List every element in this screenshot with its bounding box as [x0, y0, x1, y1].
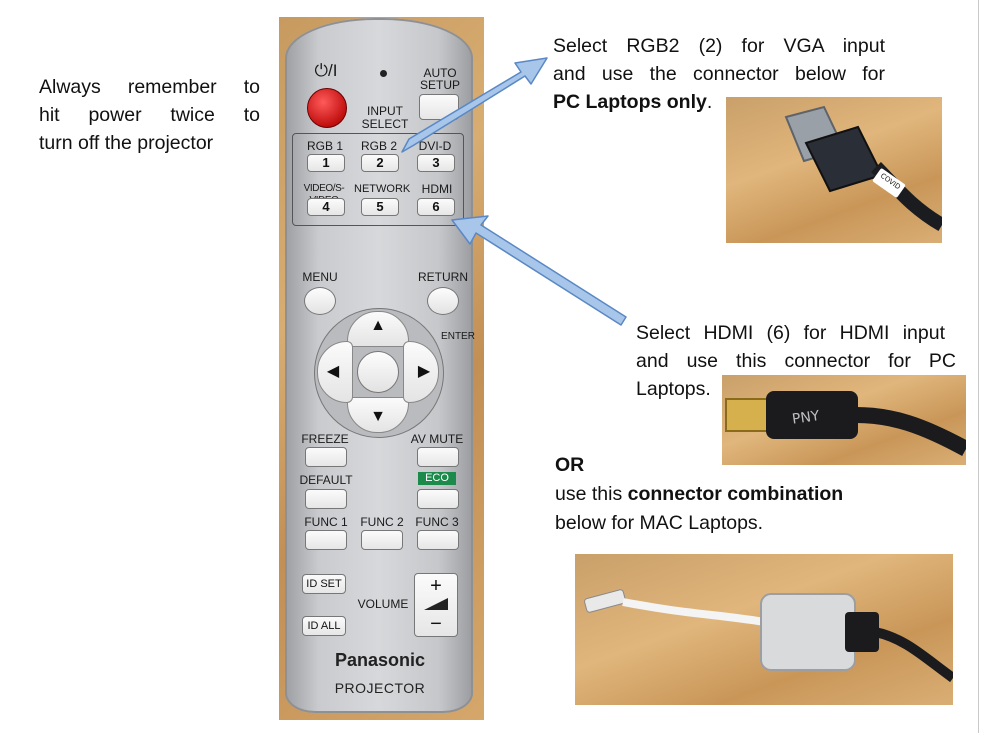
- callout-arrows: [401, 57, 627, 326]
- arrow-to-rgb2: [401, 57, 548, 153]
- arrow-to-hdmi: [451, 215, 627, 326]
